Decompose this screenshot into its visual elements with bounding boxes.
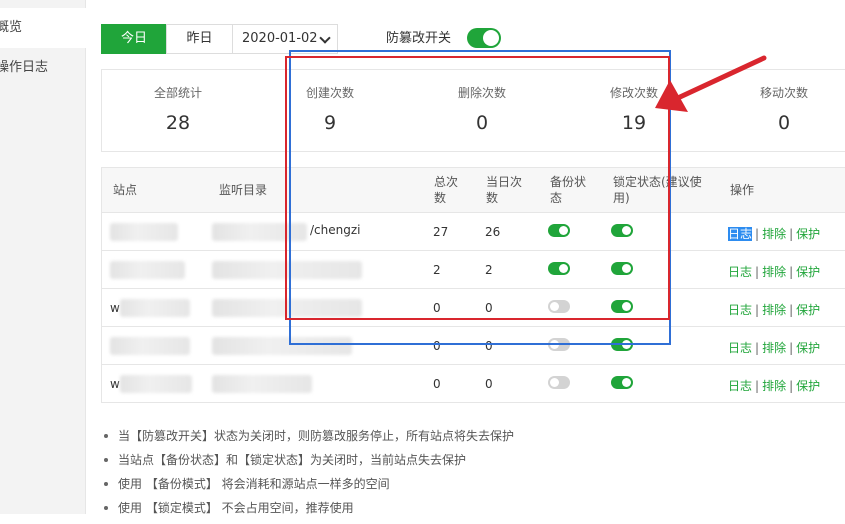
annotation-arrow-icon (655, 55, 767, 112)
